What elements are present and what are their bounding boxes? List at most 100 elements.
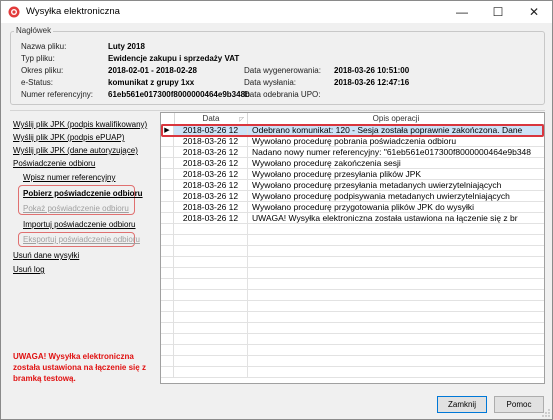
row-header [161, 290, 174, 301]
empty-table-row[interactable] [161, 356, 544, 367]
cell-date: 2018-03-26 12 [174, 125, 248, 136]
cell-description: UWAGA! Wysyłka elektroniczna została ust… [252, 213, 518, 223]
cell-description [248, 367, 544, 378]
reference-number-value: 61eb561e017300f8000000464e9b348b [108, 90, 250, 99]
resize-grip-icon[interactable] [542, 409, 550, 417]
table-row[interactable]: 2018-03-26 12 Wywołano procedurę przesyła… [161, 169, 544, 180]
cell-date [174, 301, 248, 312]
fetch-upo-link[interactable]: Pobierz poświadczenie odbioru [23, 189, 143, 198]
operations-grid[interactable]: Data ◸ Opis operacji ▶ 2018-03-26 12 Odebr… [160, 112, 545, 384]
import-upo-link[interactable]: Importuj poświadczenie odbioru [23, 220, 136, 229]
cell-description: Nadano nowy numer referencyjny: "61eb561… [252, 147, 532, 157]
test-gateway-warning: UWAGA! Wysyłka elektroniczna została ust… [13, 352, 146, 383]
close-button[interactable]: Zamknij [437, 396, 487, 413]
cell-description [248, 323, 544, 334]
empty-table-row[interactable] [161, 235, 544, 246]
cell-description: Odebrano komunikat: 120 - Sesja została … [248, 125, 544, 136]
cell-description: Wywołano procedurę pobrania poświadczeni… [252, 136, 457, 146]
cell-description [248, 312, 544, 323]
file-type-label: Typ pliku: [21, 54, 55, 63]
send-auth-link[interactable]: Wyślij plik JPK (dane autoryzujące) [13, 146, 138, 155]
cell-date: 2018-03-26 12 [174, 158, 248, 169]
estatus-label: e-Status: [21, 78, 54, 87]
empty-table-row[interactable] [161, 312, 544, 323]
delete-send-data-link[interactable]: Usuń dane wysyłki [13, 251, 79, 260]
cell-date [174, 290, 248, 301]
empty-table-row[interactable] [161, 301, 544, 312]
cell-description [248, 279, 544, 290]
cell-description [248, 268, 544, 279]
table-row[interactable]: ▶ 2018-03-26 12 Odebrano komunikat: 120 - … [161, 125, 544, 136]
empty-table-row[interactable] [161, 268, 544, 279]
table-row[interactable]: 2018-03-26 12 Wywołano procedurę podpisyw… [161, 191, 544, 202]
cell-date [174, 334, 248, 345]
row-header [161, 279, 174, 290]
cell-date: 2018-03-26 12 [174, 191, 248, 202]
maximize-button[interactable]: ☐ [480, 1, 516, 23]
send-epuap-link[interactable]: Wyślij plik JPK (podpis ePUAP) [13, 133, 125, 142]
table-row[interactable]: 2018-03-26 12 Wywołano procedurę przesyła… [161, 180, 544, 191]
header-legend: Nagłówek [14, 26, 54, 35]
table-row[interactable]: 2018-03-26 12 Wywołano procedurę pobrania… [161, 136, 544, 147]
empty-table-row[interactable] [161, 345, 544, 356]
row-header [161, 356, 174, 367]
row-header [161, 202, 174, 213]
row-header [161, 180, 174, 191]
cell-date: 2018-03-26 12 [174, 213, 248, 224]
table-row[interactable]: 2018-03-26 12 Wywołano procedurę przygoto… [161, 202, 544, 213]
empty-table-row[interactable] [161, 323, 544, 334]
row-header [161, 246, 174, 257]
row-header [161, 136, 174, 147]
empty-table-row[interactable] [161, 257, 544, 268]
cell-date [174, 257, 248, 268]
file-period-value: 2018-02-01 - 2018-02-28 [108, 66, 197, 75]
cell-description: Wywołano procedurę podpisywania metadany… [252, 191, 510, 201]
empty-table-row[interactable] [161, 334, 544, 345]
window-title: Wysyłka elektroniczna [26, 6, 120, 17]
empty-table-row[interactable] [161, 246, 544, 257]
column-header-date[interactable]: Data ◸ [174, 113, 248, 125]
generated-date-value: 2018-03-26 10:51:00 [334, 66, 410, 75]
show-upo-link[interactable]: Pokaż poświadczenie odbioru [23, 204, 129, 213]
table-row[interactable]: 2018-03-26 12 Nadano nowy numer referency… [161, 147, 544, 158]
dialog-window: Wysyłka elektroniczna — ☐ ✕ Nagłówek Naz… [0, 0, 553, 420]
column-header-description[interactable]: Opis operacji [248, 113, 544, 125]
export-upo-link[interactable]: Eksportuj poświadczenie odbioru [23, 235, 140, 244]
row-header [161, 345, 174, 356]
cell-description: Wywołano procedurę przesyłania metadanyc… [252, 180, 502, 190]
delete-log-link[interactable]: Usuń log [13, 265, 45, 274]
empty-table-row[interactable] [161, 224, 544, 235]
help-button[interactable]: Pomoc [494, 396, 544, 413]
table-row[interactable]: 2018-03-26 12 UWAGA! Wysyłka elektroniczn… [161, 213, 544, 224]
grid-header: Data ◸ Opis operacji [161, 113, 544, 125]
sent-date-label: Data wysłania: [244, 78, 297, 87]
estatus-value: komunikat z grupy 1xx [108, 78, 195, 87]
close-window-button[interactable]: ✕ [516, 1, 552, 23]
row-header [161, 158, 174, 169]
cell-date [174, 367, 248, 378]
cell-description [248, 290, 544, 301]
upo-link[interactable]: Poświadczenie odbioru [13, 159, 95, 168]
send-qualified-link[interactable]: Wyślij plik JPK (podpis kwalifikowany) [13, 120, 147, 129]
file-name-label: Nazwa pliku: [21, 42, 67, 51]
current-row-marker-icon: ▶ [161, 125, 174, 136]
cell-date: 2018-03-26 12 [174, 147, 248, 158]
empty-table-row[interactable] [161, 279, 544, 290]
cell-description [248, 246, 544, 257]
table-row[interactable]: 2018-03-26 12 Wywołano procedurę zakończe… [161, 158, 544, 169]
row-header [161, 268, 174, 279]
row-header [161, 312, 174, 323]
empty-table-row[interactable] [161, 367, 544, 378]
row-header [161, 213, 174, 224]
enter-reference-link[interactable]: Wpisz numer referencyjny [23, 173, 115, 182]
minimize-button[interactable]: — [444, 1, 480, 23]
cell-date [174, 356, 248, 367]
cell-description: Wywołano procedurę przesyłania plików JP… [252, 169, 422, 179]
empty-table-row[interactable] [161, 290, 544, 301]
cell-description [248, 301, 544, 312]
cell-date [174, 235, 248, 246]
cell-date [174, 279, 248, 290]
cell-date [174, 345, 248, 356]
app-icon [8, 6, 20, 18]
cell-date: 2018-03-26 12 [174, 136, 248, 147]
